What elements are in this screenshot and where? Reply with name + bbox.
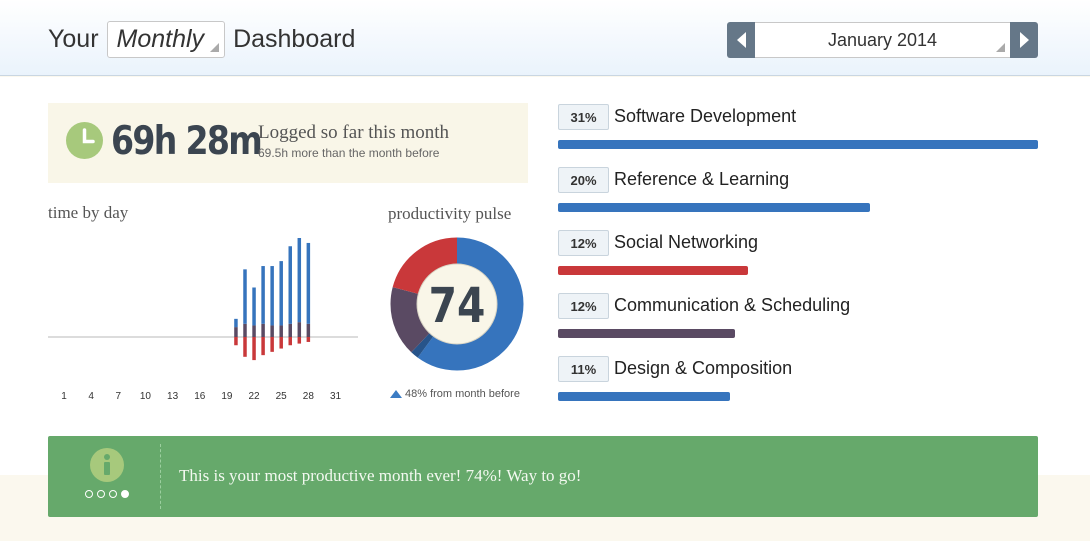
tip-pager <box>85 490 129 498</box>
category-percent: 12% <box>558 293 609 319</box>
category-bar <box>558 203 870 212</box>
pager-dot[interactable] <box>121 490 129 498</box>
month-select-value: January 2014 <box>827 30 938 50</box>
x-tick-label: 4 <box>88 391 94 402</box>
bar-productive <box>288 246 292 324</box>
page-title: Your Monthly Dashboard <box>48 21 355 58</box>
pulse-comparison: 48% from month before <box>390 388 520 400</box>
category-percent: 12% <box>558 230 609 256</box>
category-row[interactable]: 31% Software Development <box>558 104 1038 156</box>
productivity-pulse-chart: 74 <box>390 237 524 371</box>
bar-productive <box>234 318 238 328</box>
pulse-comparison-text: 48% from month before <box>405 388 520 400</box>
time-by-day-chart: 1 4 7 10 13 16 19 22 25 28 31 <box>48 238 358 402</box>
x-tick-label: 22 <box>248 391 260 402</box>
logged-label: Logged so far this month <box>258 122 450 143</box>
x-tick-label: 1 <box>61 391 67 402</box>
x-tick-label: 7 <box>116 391 122 402</box>
bar-productive <box>297 238 302 323</box>
bar-distracting <box>252 337 256 361</box>
time-by-day-label: time by day <box>48 203 129 222</box>
tip-message: This is your most productive month ever!… <box>179 466 582 485</box>
month-navigator: January 2014 <box>727 22 1038 58</box>
next-month-button[interactable] <box>1010 22 1038 58</box>
arrow-up-icon <box>390 390 402 398</box>
category-bar <box>558 266 748 275</box>
bar-distracting <box>243 337 247 357</box>
logged-time-summary: 69h 28m Logged so far this month 69.5h m… <box>48 103 528 183</box>
bar-neutral <box>243 323 247 337</box>
x-tick-label: 25 <box>276 391 288 402</box>
x-tick-label: 16 <box>194 391 206 402</box>
category-row[interactable]: 20% Reference & Learning <box>558 167 1038 219</box>
category-percent: 11% <box>558 356 609 382</box>
arrow-right-icon <box>1019 32 1029 48</box>
pager-dot[interactable] <box>109 490 117 498</box>
bar-productive <box>270 266 274 326</box>
x-tick-label: 28 <box>303 391 315 402</box>
bar-distracting <box>306 337 311 342</box>
bar-productive <box>279 261 283 326</box>
bar-neutral <box>270 325 274 337</box>
bar-productive <box>243 269 247 324</box>
divider <box>160 444 161 509</box>
category-bar <box>558 329 735 338</box>
dropdown-corner-icon <box>210 43 220 52</box>
period-select-value: Monthly <box>116 25 205 53</box>
month-select[interactable]: January 2014 <box>755 22 1010 58</box>
category-row[interactable]: 11% Design & Composition <box>558 356 1038 408</box>
x-tick-label: 10 <box>140 391 152 402</box>
bar-productive <box>252 287 256 326</box>
bar-distracting <box>288 337 292 346</box>
bar-distracting <box>270 337 274 352</box>
bar-neutral <box>261 323 265 337</box>
clock-icon <box>66 122 103 159</box>
bar-neutral <box>252 325 256 337</box>
bar-productive <box>261 266 265 324</box>
category-bar <box>558 392 730 401</box>
bar-distracting <box>234 337 238 346</box>
category-name: Reference & Learning <box>614 169 790 189</box>
category-row[interactable]: 12% Social Networking <box>558 230 1038 282</box>
category-name: Communication & Scheduling <box>614 295 851 315</box>
bar-neutral <box>297 322 302 337</box>
title-prefix: Your <box>48 25 99 53</box>
info-icon <box>90 448 124 482</box>
bar-distracting <box>261 337 265 356</box>
prev-month-button[interactable] <box>727 22 755 58</box>
title-suffix: Dashboard <box>233 25 356 53</box>
arrow-left-icon <box>736 32 746 48</box>
category-bar <box>558 140 1038 149</box>
bar-distracting <box>279 337 283 349</box>
pager-dot[interactable] <box>85 490 93 498</box>
category-name: Software Development <box>614 106 797 126</box>
bar-neutral <box>279 325 283 337</box>
category-name: Social Networking <box>614 232 759 252</box>
pager-dot[interactable] <box>97 490 105 498</box>
x-tick-label: 13 <box>167 391 179 402</box>
bar-distracting <box>297 337 302 344</box>
tip-banner: This is your most productive month ever!… <box>48 436 1038 517</box>
pulse-score: 74 <box>429 278 486 334</box>
x-tick-label: 19 <box>221 391 233 402</box>
logged-hours: 69h 28m <box>111 119 263 164</box>
bar-neutral <box>288 323 292 337</box>
category-percent: 20% <box>558 167 609 193</box>
bar-productive <box>306 242 311 324</box>
category-name: Design & Composition <box>614 358 793 378</box>
x-tick-label: 31 <box>330 391 342 402</box>
dropdown-corner-icon <box>996 43 1005 52</box>
category-row[interactable]: 12% Communication & Scheduling <box>558 293 1038 345</box>
logged-comparison: 69.5h more than the month before <box>258 146 440 160</box>
top-bar: Your Monthly Dashboard January 2014 <box>0 0 1090 76</box>
productivity-pulse-label: productivity pulse <box>388 204 512 223</box>
bar-neutral <box>234 327 238 337</box>
bar-neutral <box>306 323 311 337</box>
category-percent: 31% <box>558 104 609 130</box>
period-select[interactable]: Monthly <box>106 21 226 58</box>
